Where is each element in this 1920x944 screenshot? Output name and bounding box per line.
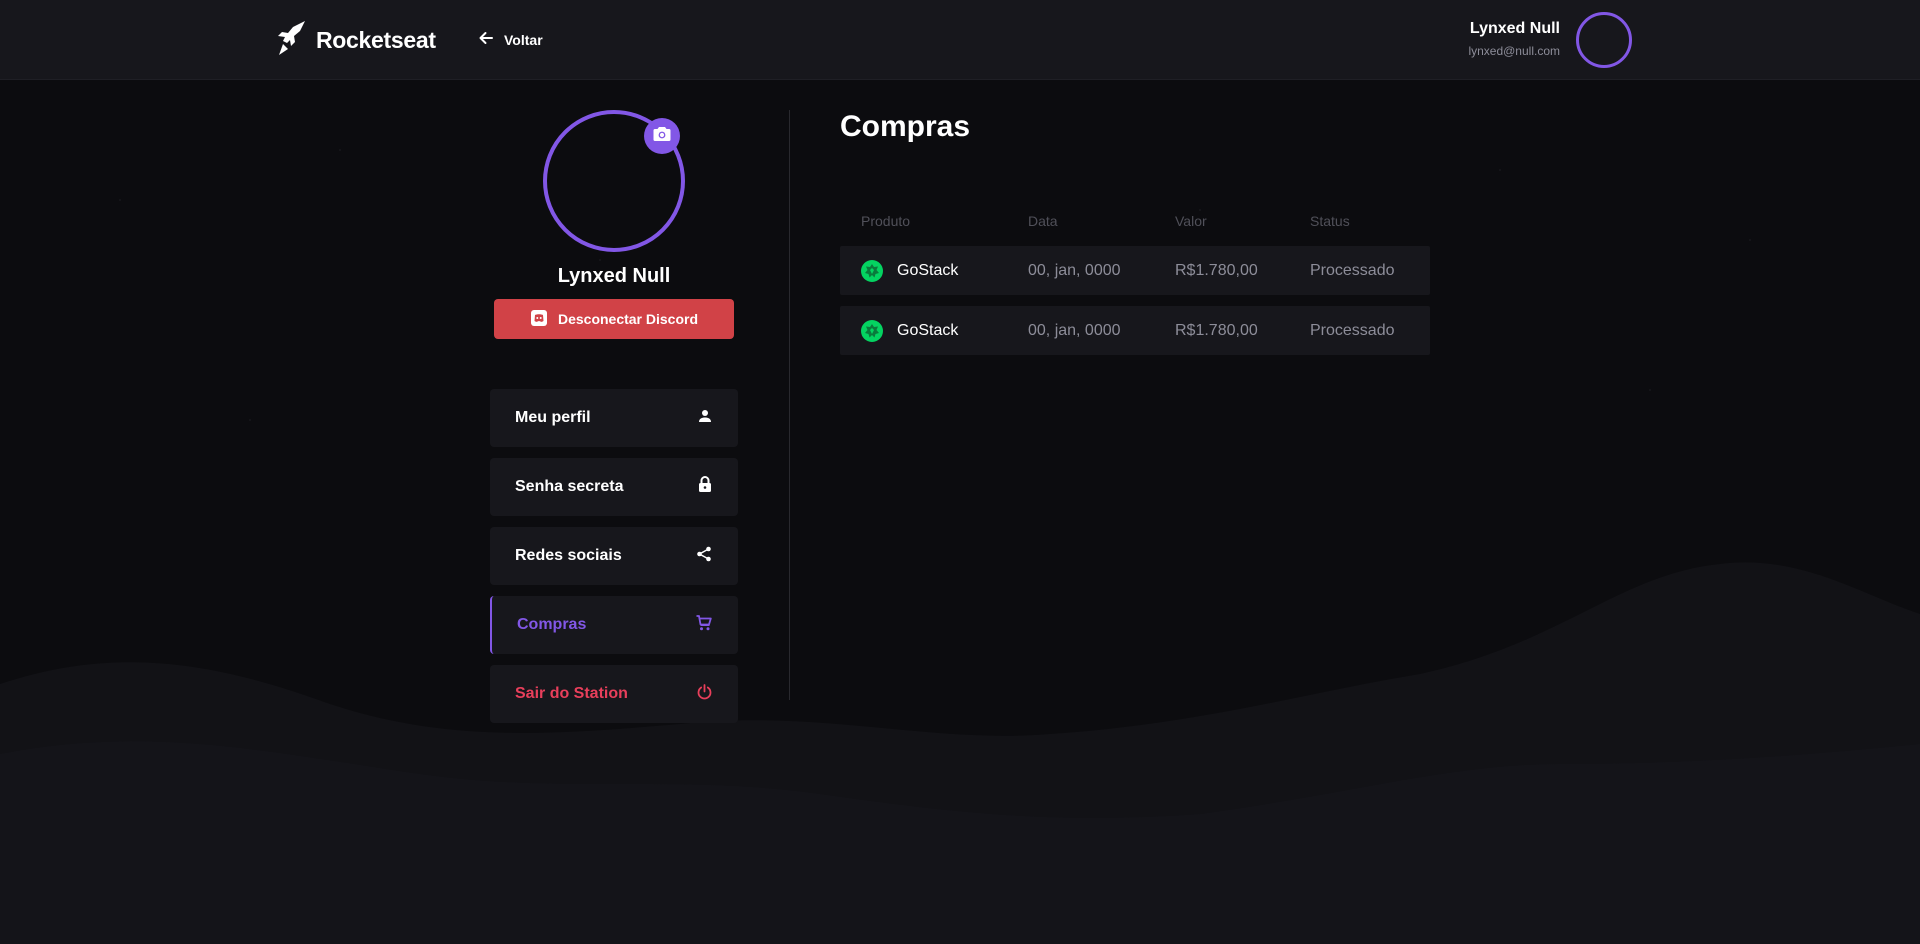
purchases-panel: Compras Produto Data Valor Status GoStac… — [840, 110, 1430, 355]
status-cell: Processado — [1310, 321, 1395, 339]
value-cell: R$1.780,00 — [1175, 321, 1258, 339]
column-header-valor: Valor — [1175, 213, 1207, 229]
column-header-produto: Produto — [861, 213, 911, 229]
header-avatar[interactable] — [1576, 12, 1632, 68]
disconnect-discord-button[interactable]: Desconectar Discord — [494, 299, 734, 339]
table-row[interactable]: GoStack 00, jan, 0000 R$1.780,00 Process… — [840, 306, 1430, 355]
column-header-status: Status — [1310, 213, 1350, 229]
profile-avatar-wrapper — [543, 110, 685, 252]
gostack-icon — [861, 319, 883, 342]
product-name: GoStack — [897, 321, 959, 339]
menu-item-label: Senha secreta — [515, 478, 624, 495]
background-waves — [0, 562, 1920, 944]
purchases-table: Produto Data Valor Status GoStack 00, ja… — [840, 207, 1430, 355]
date-cell: 00, jan, 0000 — [1028, 261, 1121, 279]
column-divider — [789, 110, 790, 700]
top-header: Rocketseat Voltar Lynxed Null lynxed@nul… — [0, 0, 1920, 80]
header-user-email: lynxed@null.com — [1468, 44, 1560, 58]
header-user-info: Lynxed Null lynxed@null.com — [1468, 20, 1560, 58]
back-label: Voltar — [504, 32, 543, 48]
menu-item-compras[interactable]: Compras — [490, 596, 738, 654]
header-user-name: Lynxed Null — [1469, 20, 1560, 37]
product-name: GoStack — [897, 261, 959, 279]
menu-item-senha-secreta[interactable]: Senha secreta — [490, 458, 738, 516]
disconnect-discord-label: Desconectar Discord — [557, 311, 699, 327]
menu-item-sair-do-station[interactable]: Sair do Station — [490, 665, 738, 723]
camera-icon — [653, 126, 671, 147]
rocket-logo-icon — [276, 19, 308, 62]
menu-item-label: Meu perfil — [515, 409, 591, 426]
logo-text: Rocketseat — [316, 26, 436, 53]
profile-menu: Meu perfil Senha secreta Redes sociais C… — [490, 389, 738, 734]
menu-item-label: Redes sociais — [515, 547, 622, 564]
menu-item-label: Sair do Station — [515, 685, 628, 702]
table-body: GoStack 00, jan, 0000 R$1.780,00 Process… — [840, 246, 1430, 355]
rocketseat-logo[interactable]: Rocketseat — [276, 20, 436, 60]
menu-item-redes-sociais[interactable]: Redes sociais — [490, 527, 738, 585]
lock-icon — [698, 476, 712, 498]
person-icon — [698, 409, 712, 428]
back-button[interactable]: Voltar — [478, 28, 543, 52]
profile-name: Lynxed Null — [557, 265, 671, 287]
menu-item-label: Compras — [517, 616, 587, 633]
change-avatar-button[interactable] — [644, 118, 680, 154]
discord-icon — [530, 309, 548, 330]
table-row[interactable]: GoStack 00, jan, 0000 R$1.780,00 Process… — [840, 246, 1430, 295]
product-cell: GoStack — [861, 319, 1028, 342]
column-header-data: Data — [1028, 213, 1058, 229]
menu-item-meu-perfil[interactable]: Meu perfil — [490, 389, 738, 447]
power-icon — [697, 683, 712, 705]
page-title: Compras — [840, 110, 971, 143]
cart-icon — [696, 614, 712, 636]
product-cell: GoStack — [861, 259, 1028, 282]
value-cell: R$1.780,00 — [1175, 261, 1258, 279]
status-cell: Processado — [1310, 261, 1395, 279]
table-header: Produto Data Valor Status — [840, 207, 1430, 235]
arrow-left-icon — [478, 30, 494, 51]
gostack-icon — [861, 259, 883, 282]
date-cell: 00, jan, 0000 — [1028, 321, 1121, 339]
share-icon — [696, 546, 712, 567]
